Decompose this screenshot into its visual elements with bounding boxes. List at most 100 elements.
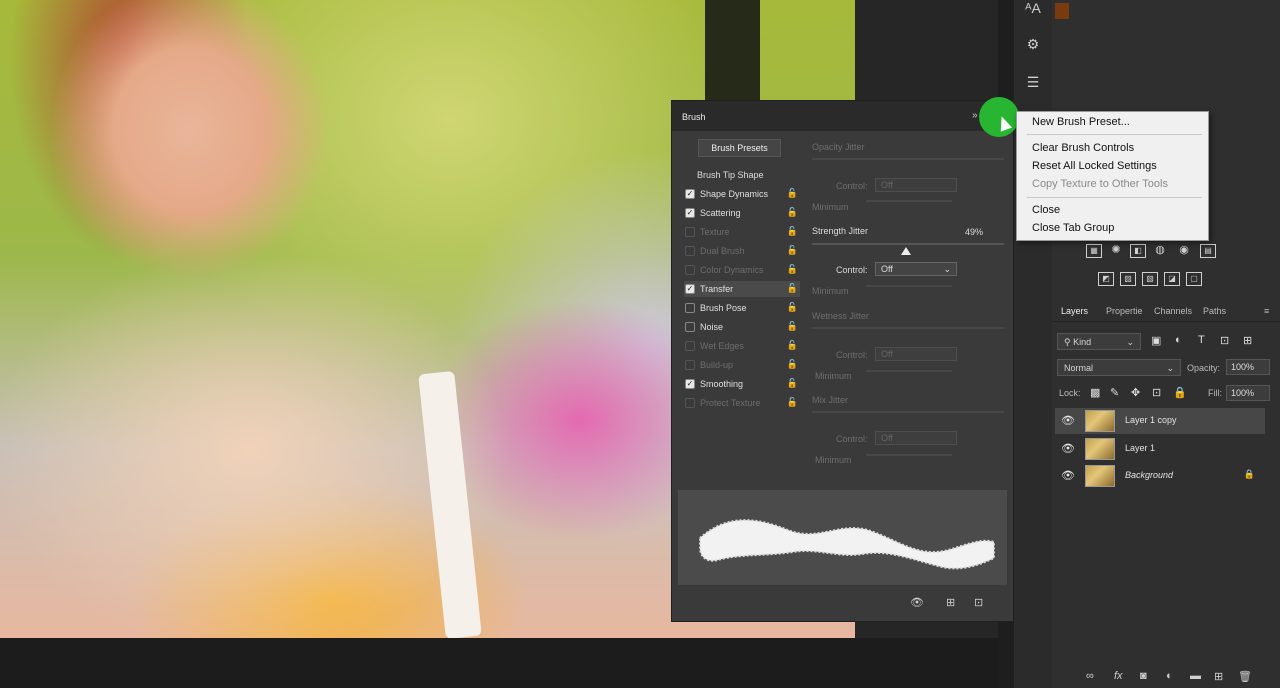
brightness-icon[interactable]: ▦: [1086, 244, 1102, 258]
menu-item-close-tab-group[interactable]: Close Tab Group: [1032, 222, 1114, 234]
padlock-icon[interactable]: 🔓: [787, 321, 798, 332]
layer-name: Layer 1 copy: [1125, 415, 1177, 425]
create-brush-icon[interactable]: ⊡: [974, 596, 983, 609]
layers-footer: ∞ fx ◙ ◐ ▬ ⊞ 🗑: [1080, 670, 1280, 688]
checkbox[interactable]: [685, 322, 695, 332]
layer-row[interactable]: 👁 Background 🔒: [1055, 463, 1265, 489]
filter-pixel-icon[interactable]: ▣: [1151, 334, 1161, 347]
opacity-label: Opacity:: [1187, 363, 1221, 373]
padlock-icon[interactable]: 🔓: [787, 302, 798, 313]
padlock-icon: 🔓: [786, 359, 798, 369]
fx-icon[interactable]: fx: [1114, 670, 1123, 682]
kind-filter-select[interactable]: ⚲ Kind ⌄: [1057, 333, 1141, 350]
threshold-icon[interactable]: ▧: [1142, 272, 1158, 286]
brush-option-label: Scattering: [700, 208, 741, 218]
brush-panel-header[interactable]: Brush »: [672, 101, 1013, 131]
link-layers-icon[interactable]: ∞: [1086, 670, 1094, 682]
exposure-icon[interactable]: ◍: [1152, 244, 1168, 258]
tab-layers[interactable]: Layers: [1061, 306, 1088, 316]
checkbox[interactable]: ✓: [685, 189, 695, 199]
mix-control-select: Off: [875, 431, 957, 445]
brush-option-shape-dynamics[interactable]: ✓ Shape Dynamics 🔓: [684, 186, 800, 202]
curves-icon[interactable]: ◧: [1130, 244, 1146, 258]
tab-properties[interactable]: Propertie: [1106, 306, 1143, 316]
brush-option-wet-edges: Wet Edges 🔓: [684, 338, 800, 354]
padlock-icon: 🔓: [786, 264, 798, 274]
menu-item-reset-locked-settings[interactable]: Reset All Locked Settings: [1032, 160, 1157, 172]
vibrance-icon[interactable]: ◉: [1176, 244, 1192, 258]
brush-grid-icon[interactable]: ⊞: [946, 596, 955, 609]
filter-adjustment-icon[interactable]: ◐: [1175, 334, 1182, 346]
strength-jitter-slider[interactable]: [812, 243, 1004, 245]
checkbox[interactable]: [685, 303, 695, 313]
lock-all-icon[interactable]: 🔒: [1173, 386, 1187, 399]
trash-icon[interactable]: 🗑: [1238, 670, 1252, 683]
brush-option-smoothing[interactable]: ✓ Smoothing 🔓: [684, 376, 800, 392]
menu-item-new-brush-preset[interactable]: New Brush Preset...: [1032, 116, 1130, 128]
toggle-preview-icon[interactable]: 👁: [910, 596, 924, 609]
filter-shape-icon[interactable]: ⊡: [1220, 334, 1229, 347]
brush-option-noise[interactable]: Noise 🔓: [684, 319, 800, 335]
mask-icon[interactable]: ◙: [1140, 670, 1147, 682]
collapse-arrows-icon[interactable]: »: [972, 110, 978, 121]
opacity-jitter-slider: [812, 158, 1004, 160]
photo-tree-trunk: [705, 0, 760, 110]
tab-channels[interactable]: Channels: [1154, 306, 1192, 316]
new-layer-icon[interactable]: ⊞: [1214, 670, 1223, 683]
filter-smart-icon[interactable]: ⊞: [1243, 334, 1252, 347]
brush-presets-button[interactable]: Brush Presets: [698, 139, 781, 157]
brush-option-label: Noise: [700, 322, 724, 332]
layer-lock-icon[interactable]: 🔒: [1244, 469, 1255, 480]
invert-icon[interactable]: ◩: [1098, 272, 1114, 286]
layer-row[interactable]: 👁 Layer 1: [1055, 436, 1265, 462]
wetness-jitter-slider: [812, 327, 1004, 329]
selective-color-icon[interactable]: ▢: [1186, 272, 1202, 286]
layer-row[interactable]: 👁 Layer 1 copy: [1055, 408, 1265, 434]
menu-item-copy-texture: Copy Texture to Other Tools: [1032, 178, 1168, 190]
checkbox[interactable]: ✓: [685, 379, 695, 389]
panel-menu-icon[interactable]: ≡: [1264, 306, 1269, 316]
checkbox[interactable]: ✓: [685, 284, 695, 294]
menu-item-close[interactable]: Close: [1032, 204, 1060, 216]
visibility-eye-icon[interactable]: 👁: [1061, 414, 1075, 427]
padlock-icon[interactable]: 🔓: [787, 188, 798, 199]
opacity-jitter-label: Opacity Jitter: [812, 142, 865, 152]
fill-field[interactable]: 100%: [1226, 385, 1270, 401]
tab-paths[interactable]: Paths: [1203, 306, 1226, 316]
blend-mode-select[interactable]: Normal ⌄: [1057, 359, 1181, 376]
visibility-eye-icon[interactable]: 👁: [1061, 469, 1075, 482]
levels-icon[interactable]: ✺: [1108, 244, 1124, 258]
color-swatch[interactable]: [1055, 3, 1069, 19]
slider-thumb-icon[interactable]: [901, 247, 912, 255]
strength-control-select[interactable]: Off ⌄: [875, 262, 957, 276]
brush-tip-shape-item[interactable]: Brush Tip Shape: [697, 170, 764, 180]
strength-jitter-value[interactable]: 49%: [965, 227, 983, 237]
lock-transparent-icon[interactable]: ▩: [1090, 386, 1100, 399]
photo-chair: [418, 370, 482, 638]
padlock-icon[interactable]: 🔓: [787, 207, 798, 218]
control-label: Control:: [836, 434, 868, 444]
gradient-map-icon[interactable]: ◪: [1164, 272, 1180, 286]
brush-option-transfer[interactable]: ✓ Transfer 🔓: [684, 281, 800, 297]
lock-move-icon[interactable]: ✥: [1131, 386, 1140, 399]
brush-settings-icon[interactable]: ⚙: [1022, 36, 1044, 58]
menu-divider: [1027, 134, 1202, 135]
padlock-icon[interactable]: 🔓: [787, 283, 798, 294]
sliders-icon[interactable]: ☰: [1022, 74, 1044, 96]
opacity-field[interactable]: 100%: [1226, 359, 1270, 375]
lock-artboard-icon[interactable]: ⊡: [1152, 386, 1161, 399]
menu-item-clear-brush-controls[interactable]: Clear Brush Controls: [1032, 142, 1134, 154]
checkbox[interactable]: ✓: [685, 208, 695, 218]
brush-option-scattering[interactable]: ✓ Scattering 🔓: [684, 205, 800, 221]
group-folder-icon[interactable]: ▬: [1190, 670, 1201, 682]
padlock-icon[interactable]: 🔓: [787, 378, 798, 389]
filter-type-icon[interactable]: T: [1198, 334, 1205, 346]
visibility-eye-icon[interactable]: 👁: [1061, 442, 1075, 455]
character-icon[interactable]: ᴬA: [1022, 0, 1044, 22]
lock-paint-icon[interactable]: ✎: [1110, 386, 1119, 399]
posterize-icon[interactable]: ▨: [1120, 272, 1136, 286]
brush-option-brush-pose[interactable]: Brush Pose 🔓: [684, 300, 800, 316]
hue-icon[interactable]: ▤: [1200, 244, 1216, 258]
adjustment-layer-icon[interactable]: ◐: [1166, 670, 1173, 682]
opacity-control-select: Off: [875, 178, 957, 192]
